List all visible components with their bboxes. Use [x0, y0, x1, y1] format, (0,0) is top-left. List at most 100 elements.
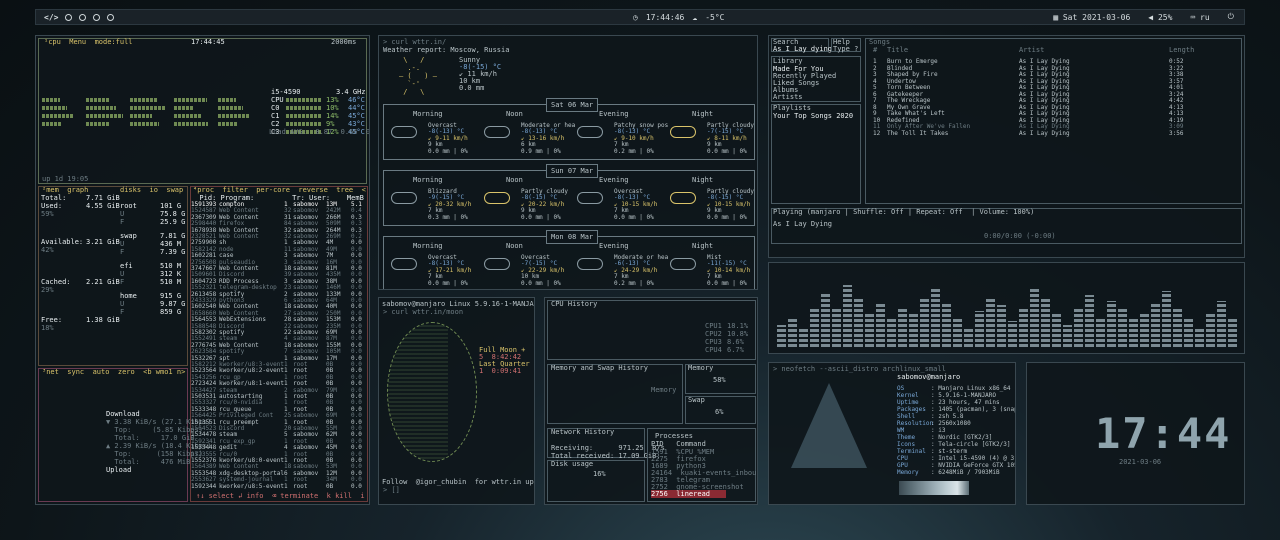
bar-weather[interactable]: -5°C	[705, 13, 724, 22]
forecast-cell-line: 0.2 mm | 0%	[614, 279, 654, 287]
mem-header[interactable]: ²mem graph	[42, 186, 88, 194]
disks-header[interactable]: disks io swap	[120, 186, 183, 194]
moon-prompt-2[interactable]: > []	[383, 486, 400, 494]
playback-progress[interactable]: 0:00/0:00 (-0:00)	[984, 232, 1056, 240]
proc-cell: 0B	[326, 482, 334, 490]
forecast-cell-line: 0.0 mm | 0%	[428, 147, 468, 155]
visualizer-bar	[986, 297, 995, 347]
cpu-graph-segment	[130, 122, 159, 126]
visualizer-bar	[887, 319, 896, 347]
moon-window[interactable]: sabomov@manjaro Linux 5.9.16-1-MANJARO x…	[378, 297, 535, 505]
disk-value: 312 K	[160, 270, 182, 278]
bar-volume[interactable]: 25%	[1158, 13, 1172, 22]
neofetch-prompt: > neofetch --ascii_distro archlinux_smal…	[773, 365, 946, 373]
update-rate[interactable]: 2000ms	[331, 38, 356, 46]
help-hint[interactable]: Type ?	[833, 45, 858, 53]
forecast-cell-line: 0.3 mm | 0%	[428, 213, 468, 221]
visualizer-bar	[1063, 325, 1072, 347]
cloud-icon	[391, 126, 417, 138]
net-total: Total received: 17.09 GiB;	[551, 452, 661, 460]
neofetch-user: sabomov@manjaro	[897, 373, 961, 381]
proc-footer[interactable]: ↑↓ select ↲ info ⌫ terminate k kill i in…	[196, 492, 369, 500]
bar-lang[interactable]: ru	[1200, 13, 1210, 22]
net-line: Download	[106, 410, 140, 418]
weather-prompt: > curl wttr.in/	[383, 38, 447, 46]
gtop-window[interactable]: CPU History CPU1 18.1% CPU2 10.8% CPU3 8.6% CP…	[544, 297, 758, 505]
color-palette-icon	[899, 481, 969, 495]
cpu-graph-segment	[174, 114, 201, 118]
workspace-2-icon[interactable]	[79, 13, 87, 21]
neofetch-window[interactable]: > neofetch --ascii_distro archlinux_smal…	[768, 362, 1016, 505]
neofetch-value: : 6248MiB / 7903MiB	[931, 469, 1000, 476]
visualizer-bar	[843, 285, 852, 347]
search-input[interactable]: As I Lay dying	[773, 45, 832, 53]
song-length: 3:56	[1169, 129, 1184, 137]
bpytop-window[interactable]: ¹cpu Menu mode:full 17:44:45 2000ms i5-4…	[35, 35, 370, 505]
playlists-title: Playlists	[773, 104, 811, 112]
playlist-item[interactable]: Your Top Songs 2020	[773, 112, 853, 120]
disk-label: U	[120, 240, 125, 248]
disk-label: home	[120, 292, 137, 300]
visualizer-bar	[832, 309, 841, 347]
mem-label: 59%	[41, 210, 54, 218]
cpu-freq: 3.4 GHz	[336, 88, 366, 96]
mem-label: 18%	[41, 324, 54, 332]
net-header[interactable]: ³net sync auto zero <b wmo1 n>	[42, 368, 185, 376]
cpu-header[interactable]: ¹cpu Menu mode:full	[44, 38, 133, 46]
mem-label: Available:	[41, 238, 84, 246]
proc-cell: 0.0	[351, 482, 362, 490]
spotify-window[interactable]: Search As I Lay dying Help Type ? Librar…	[768, 35, 1245, 258]
visualizer-bar	[810, 307, 819, 347]
net-line: Top: (158 Kibps)	[106, 450, 203, 458]
logo-icon[interactable]: </>	[44, 13, 58, 22]
cpu-graph-segment	[42, 106, 67, 110]
weather-window[interactable]: > curl wttr.in/ Weather report: Moscow, …	[378, 35, 758, 290]
now-playing: As I Lay Dying	[773, 220, 833, 228]
cpu-graph-segment	[218, 98, 236, 102]
network-title: Network History	[551, 428, 615, 436]
keyboard-icon: ⌨	[1190, 12, 1201, 22]
workspace-1-icon[interactable]	[65, 13, 73, 21]
clock-window: 17:44 2021-03-06	[1026, 362, 1245, 505]
cpu-graph-segment	[174, 122, 208, 126]
visualizer-bar	[942, 303, 951, 347]
mem-label: 42%	[41, 246, 54, 254]
cpu-graph-segment	[130, 98, 158, 102]
cpu-graph-segment	[130, 106, 165, 110]
forecast-cell-line: 0.0 mm | 0%	[521, 279, 561, 287]
visualizer-bar	[1217, 301, 1226, 347]
bar-date[interactable]: Sat 2021-03-06	[1063, 13, 1130, 22]
moon-title: sabomov@manjaro Linux 5.9.16-1-MANJARO x…	[382, 300, 534, 308]
gtop-proc-row[interactable]: 2756 lineread	[651, 490, 726, 498]
visualizer-bar	[964, 327, 973, 347]
moon-follow[interactable]: Follow @igor_chubin for wttr.in updates	[382, 478, 534, 486]
disk-value: 436 M	[160, 240, 182, 248]
proc-cell: kworker/u8:5-event	[219, 482, 285, 490]
workspace-3-icon[interactable]	[93, 13, 101, 21]
mem-value: 4.55 GiB	[86, 202, 120, 210]
cloud-icon	[670, 258, 696, 270]
mem-history-legend: Memory	[651, 386, 677, 394]
song-title[interactable]: The Toll It Takes	[887, 130, 948, 138]
disk-title: Disk usage	[551, 460, 594, 468]
cpu-row-bar	[286, 106, 321, 110]
disk-value: 7.81 G	[160, 232, 186, 240]
cpu-legend-value: 8.6%	[727, 338, 744, 346]
mem-value: 2.21 GiB	[86, 278, 120, 286]
proc-header[interactable]: ⁴proc filter per-core reverse tree < cpu…	[193, 186, 369, 194]
visualizer-bar	[1118, 309, 1127, 347]
memory-title: Memory	[688, 364, 714, 372]
forecast-cell-line: 0.0 mm | 0%	[707, 213, 747, 221]
library-item[interactable]: Artists	[773, 93, 803, 101]
mem-label: Cached:	[41, 278, 71, 286]
bar-clock[interactable]: 17:44:46	[646, 13, 685, 22]
song-artist[interactable]: As I Lay Dying	[1019, 130, 1070, 138]
swap-value: 6%	[715, 408, 724, 416]
moon-art-icon	[387, 322, 477, 462]
workspace-4-icon[interactable]	[107, 13, 115, 21]
power-icon[interactable]: ⏻	[1228, 12, 1234, 22]
mem-label: Used:	[41, 202, 63, 210]
visualizer-bar	[1052, 313, 1061, 347]
neofetch-key: Memory	[897, 469, 919, 476]
forecast-part-label: Noon	[506, 110, 523, 118]
